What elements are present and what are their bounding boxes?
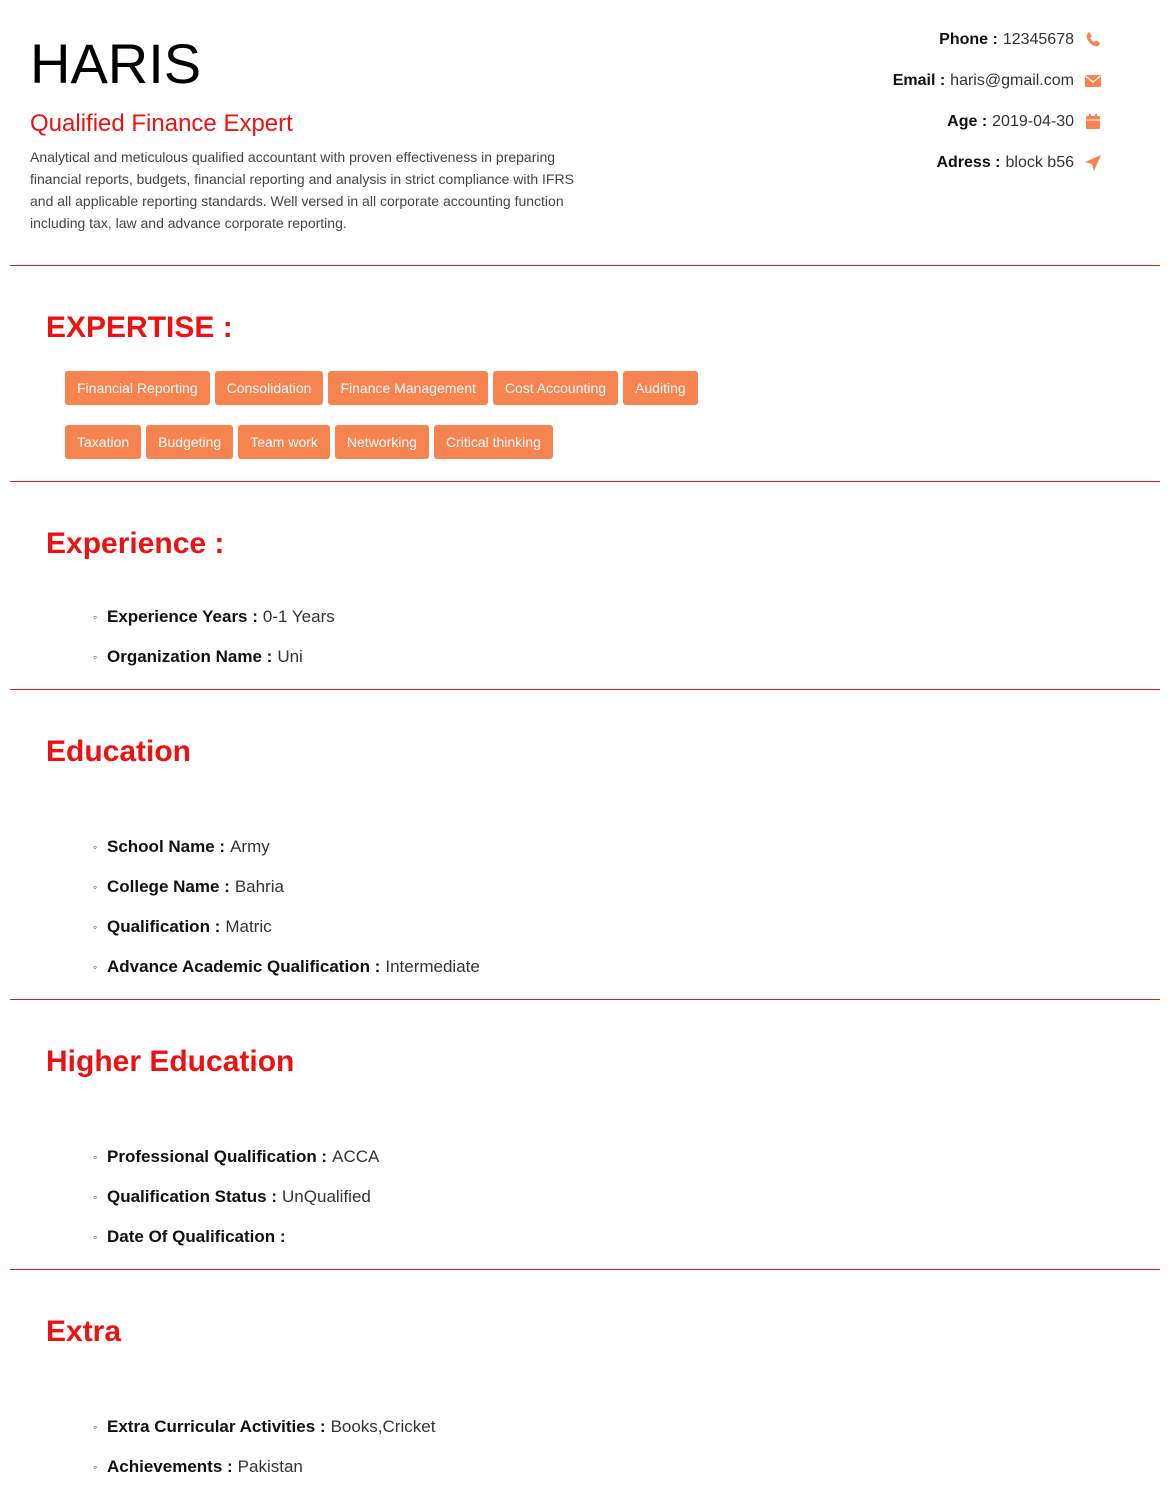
section-divider <box>10 999 1160 1000</box>
item-label: College Name : <box>107 877 230 896</box>
item-value: Uni <box>277 647 303 666</box>
address-value: block b56 <box>1005 154 1075 171</box>
skill-tag: Networking <box>334 425 429 459</box>
list-item: ◦ Experience Years :0-1 Years <box>93 605 335 645</box>
list-item: ◦ Advance Academic Qualification : Interme… <box>93 955 480 995</box>
email-label: Email : <box>892 72 946 89</box>
contact-phone: Phone : 12345678 <box>893 28 1102 69</box>
bullet: ◦ <box>93 1150 98 1164</box>
candidate-name: HARIS <box>30 32 202 95</box>
higher-education-list: ◦ Professional Qualification : ACCA ◦ Quali… <box>93 1145 379 1265</box>
item-label: Organization Name : <box>107 647 273 666</box>
bullet: ◦ <box>93 650 98 664</box>
skill-tag: Consolidation <box>214 371 324 405</box>
item-value: Army <box>230 837 270 856</box>
item-label: Qualification Status : <box>107 1187 278 1206</box>
address-label: Adress : <box>936 154 1001 171</box>
bullet: ◦ <box>93 880 98 894</box>
expertise-tags: Financial Reporting Consolidation Financ… <box>65 371 765 479</box>
item-label: Extra Curricular Activities : <box>107 1417 326 1436</box>
list-item: ◦ College Name : Bahria <box>93 875 480 915</box>
item-label: Experience Years : <box>107 607 258 626</box>
bullet: ◦ <box>93 1230 98 1244</box>
item-value: Bahria <box>234 877 284 896</box>
phone-value: 12345678 <box>1002 31 1074 48</box>
skill-tag: Team work <box>238 425 330 459</box>
list-item: ◦ Qualification : Matric <box>93 915 480 955</box>
skill-tag: Financial Reporting <box>65 371 210 405</box>
bullet: ◦ <box>93 920 98 934</box>
skill-tag: Finance Management <box>328 371 488 405</box>
skill-tag: Cost Accounting <box>492 371 619 405</box>
education-list: ◦ School Name : Army ◦ College Name : Bahria… <box>93 835 480 995</box>
contact-email: Email : haris@gmail.com <box>893 69 1102 110</box>
item-value: UnQualified <box>282 1187 371 1206</box>
location-arrow-icon <box>1084 154 1102 172</box>
education-heading: Education <box>46 735 192 768</box>
calendar-icon <box>1084 113 1102 131</box>
age-value: 2019-04-30 <box>992 113 1074 130</box>
item-value: Matric <box>225 917 272 936</box>
contact-info: Phone : 12345678 Email : haris@gmail.com… <box>893 28 1102 192</box>
item-value: ACCA <box>332 1147 380 1166</box>
summary-text: Analytical and meticulous qualified acco… <box>30 149 574 231</box>
section-divider <box>10 481 1160 482</box>
item-value: Intermediate <box>385 957 480 976</box>
higher-education-heading: Higher Education <box>46 1045 295 1078</box>
age-label: Age : <box>947 113 988 130</box>
extra-list: ◦ Extra Curricular Activities : Books,Cric… <box>93 1415 435 1495</box>
list-item: ◦ Extra Curricular Activities : Books,Cric… <box>93 1415 435 1455</box>
skill-tag: Auditing <box>623 371 698 405</box>
skill-tag: Budgeting <box>146 425 234 459</box>
extra-heading: Extra <box>46 1315 122 1348</box>
list-item: ◦ School Name : Army <box>93 835 480 875</box>
section-divider <box>10 1269 1160 1270</box>
list-item: ◦ Qualification Status : UnQualified <box>93 1185 379 1225</box>
bullet: ◦ <box>93 610 98 624</box>
list-item: ◦ Organization Name : Uni <box>93 645 335 685</box>
bullet: ◦ <box>93 840 98 854</box>
bullet: ◦ <box>93 960 98 974</box>
experience-list: ◦ Experience Years :0-1 Years ◦ Organizati… <box>93 605 335 685</box>
section-divider <box>10 689 1160 690</box>
contact-address: Adress : block b56 <box>893 151 1102 192</box>
candidate-title: Qualified Finance Expert <box>30 110 293 137</box>
expertise-heading: EXPERTISE : <box>46 311 233 344</box>
tag-row: Taxation Budgeting Team work Networking … <box>65 425 765 459</box>
phone-label: Phone : <box>939 31 998 48</box>
item-value: Pakistan <box>237 1457 303 1476</box>
list-item: ◦ Date Of Qualification : <box>93 1225 379 1265</box>
envelope-icon <box>1084 72 1102 90</box>
phone-icon <box>1084 31 1102 49</box>
bullet: ◦ <box>93 1190 98 1204</box>
skill-tag: Taxation <box>65 425 142 459</box>
item-label: School Name : <box>107 837 226 856</box>
section-divider <box>10 265 1160 266</box>
tag-row: Financial Reporting Consolidation Financ… <box>65 371 765 405</box>
item-label: Qualification : <box>107 917 221 936</box>
experience-heading: Experience : <box>46 527 225 560</box>
email-value: haris@gmail.com <box>950 72 1074 89</box>
bullet: ◦ <box>93 1460 98 1474</box>
skill-tag: Critical thinking <box>433 425 553 459</box>
item-value: 0-1 Years <box>262 607 335 626</box>
item-value: Books,Cricket <box>330 1417 436 1436</box>
list-item: ◦ Professional Qualification : ACCA <box>93 1145 379 1185</box>
bullet: ◦ <box>93 1420 98 1434</box>
contact-age: Age : 2019-04-30 <box>893 110 1102 151</box>
list-item: ◦ Achievements : Pakistan <box>93 1455 435 1495</box>
item-label: Advance Academic Qualification : <box>107 957 381 976</box>
item-label: Achievements : <box>107 1457 233 1476</box>
resume-header: HARIS Qualified Finance Expert Analytica… <box>0 0 1170 265</box>
item-label: Date Of Qualification : <box>107 1227 286 1246</box>
item-label: Professional Qualification : <box>107 1147 328 1166</box>
